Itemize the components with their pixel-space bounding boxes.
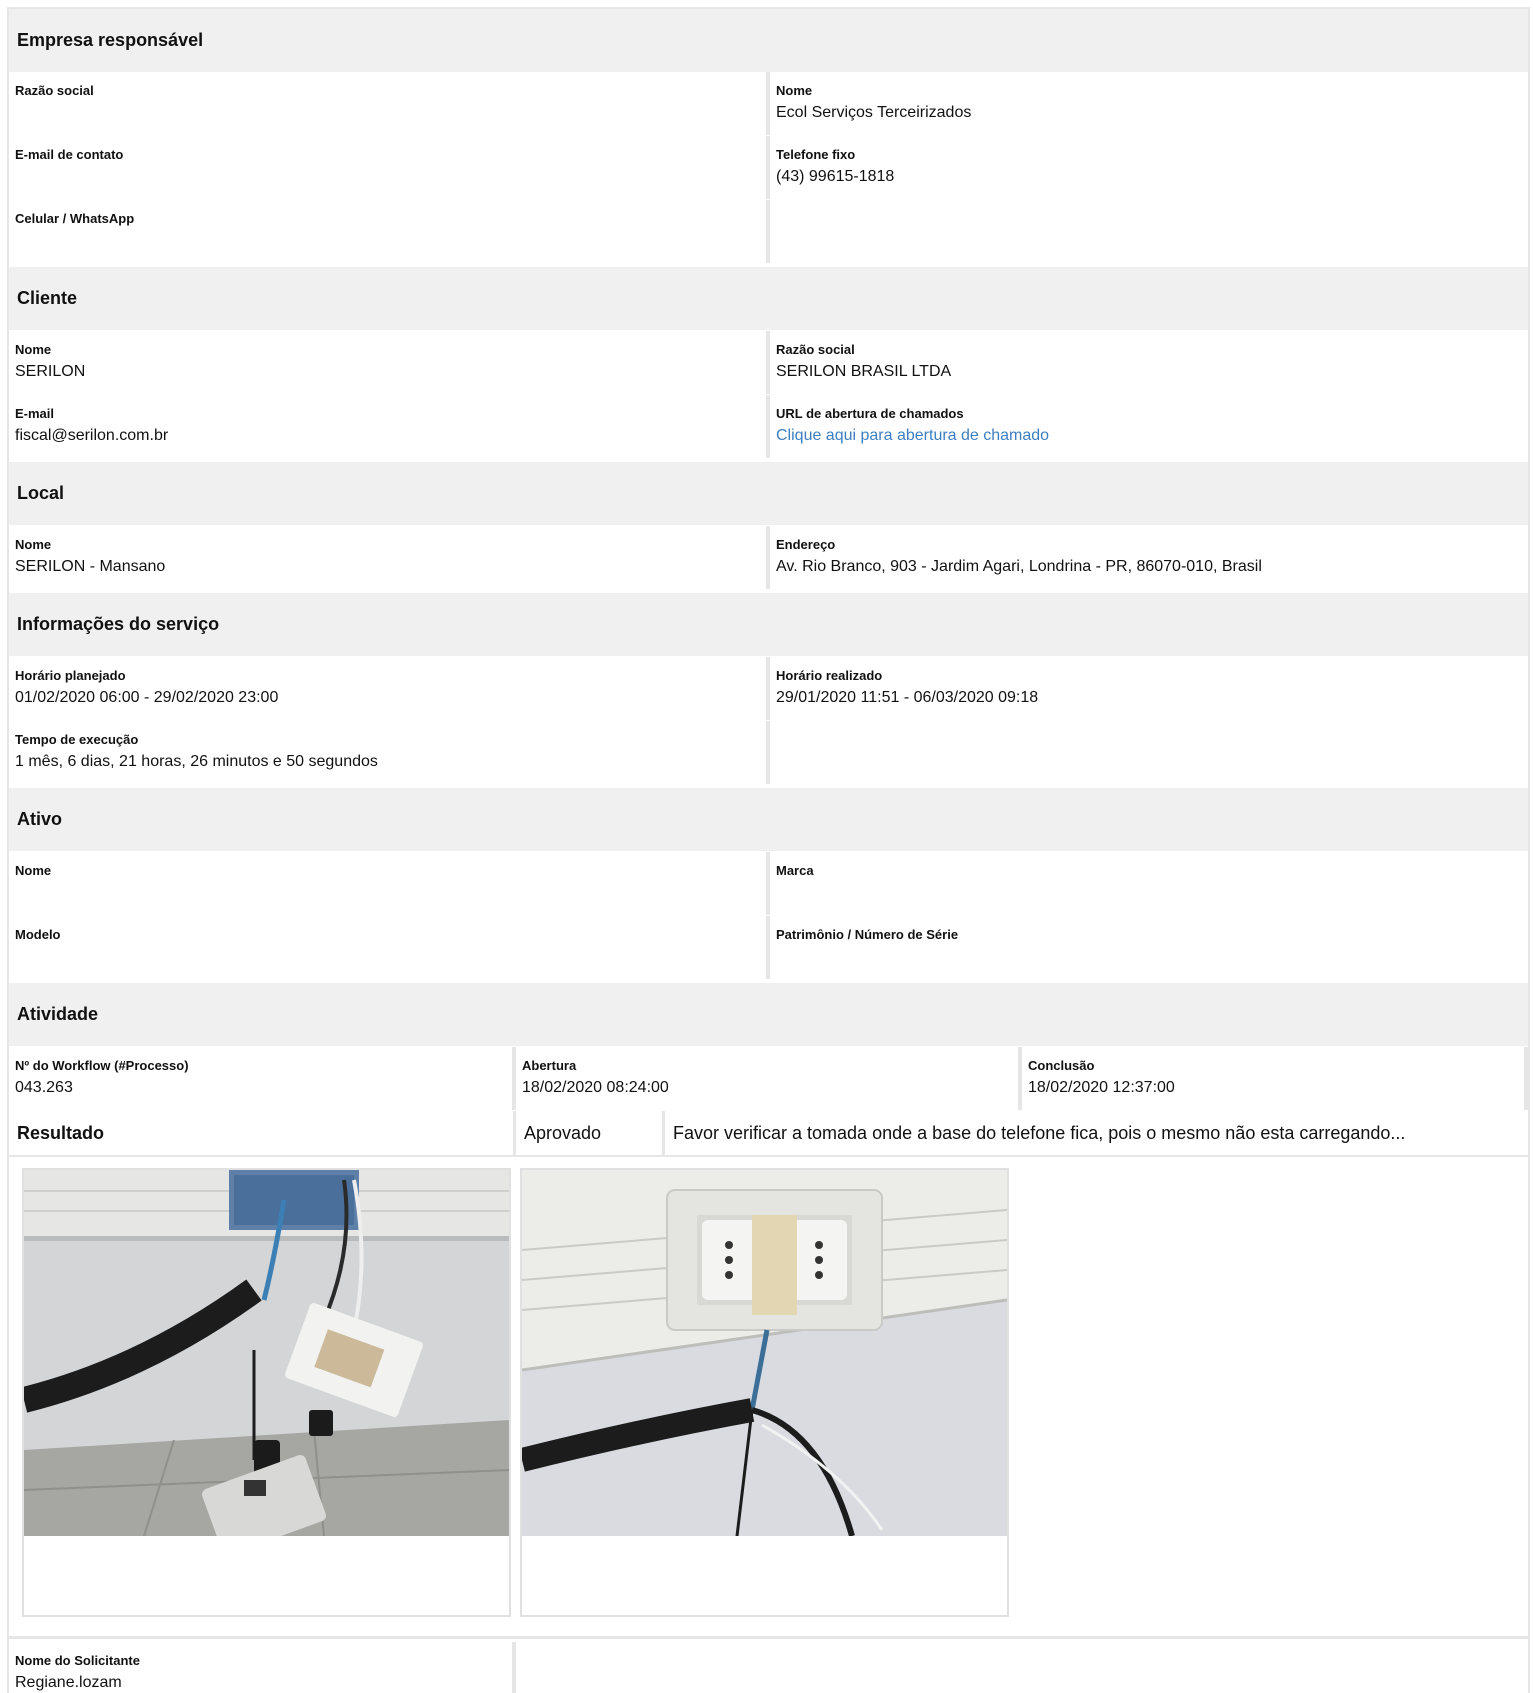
servico-realizado-cell: Horário realizado 29/01/2020 11:51 - 06/… — [770, 657, 1528, 720]
field-value: SERILON — [15, 363, 86, 380]
atividade-workflow-cell: Nº do Workflow (#Processo) 043.263 — [9, 1047, 512, 1110]
section-local-header: Local — [9, 462, 1528, 525]
ativo-nome-cell: Nome — [9, 852, 766, 915]
field-label: URL de abertura de chamados — [776, 406, 964, 421]
servico-planejado-cell: Horário planejado 01/02/2020 06:00 - 29/… — [9, 657, 766, 720]
field-value: SERILON - Mansano — [15, 558, 166, 575]
ativo-patrimonio-cell: Patrimônio / Número de Série — [770, 916, 1528, 979]
field-label: Razão social — [776, 342, 855, 357]
cliente-nome-cell: Nome SERILON — [9, 331, 766, 394]
field-label: Nome — [776, 83, 813, 98]
field-value: fiscal@serilon.com.br — [15, 427, 169, 444]
empresa-email-cell: E-mail de contato — [9, 136, 766, 199]
ativo-marca-cell: Marca — [770, 852, 1528, 915]
atividade-abertura-cell: Abertura 18/02/2020 08:24:00 — [516, 1047, 1018, 1110]
section-ativo-header: Ativo — [9, 788, 1528, 851]
section-atividade-header: Atividade — [9, 983, 1528, 1046]
photo-card[interactable] — [22, 1168, 511, 1617]
field-value: (43) 99615-1818 — [776, 168, 895, 185]
resultado-comment: Favor verificar a tomada onde a base do … — [665, 1111, 1528, 1155]
field-value: 01/02/2020 06:00 - 29/02/2020 23:00 — [15, 689, 279, 706]
field-label: Razão social — [15, 83, 94, 98]
field-value: 043.263 — [15, 1079, 73, 1096]
solicitante-row: Nome do Solicitante Regiane.lozam — [9, 1642, 1528, 1693]
field-value: Ecol Serviços Terceirizados — [776, 104, 972, 121]
atividade-conclusao-cell: Conclusão 18/02/2020 12:37:00 — [1022, 1047, 1524, 1110]
empresa-telefone-cell: Telefone fixo (43) 99615-1818 — [770, 136, 1528, 199]
cliente-razao-social-cell: Razão social SERILON BRASIL LTDA — [770, 331, 1528, 394]
photo-gallery — [9, 1155, 1528, 1639]
section-cliente-header: Cliente — [9, 267, 1528, 330]
ativo-row-1: Nome Marca — [9, 852, 1528, 915]
report-frame: Empresa responsável Razão social Nome Ec… — [7, 7, 1530, 1693]
field-label: Nº do Workflow (#Processo) — [15, 1058, 189, 1073]
empty-cell — [516, 1642, 1528, 1693]
field-label: E-mail de contato — [15, 147, 124, 162]
empresa-razao-social-cell: Razão social — [9, 72, 766, 135]
solicitante-cell: Nome do Solicitante Regiane.lozam — [9, 1642, 512, 1693]
field-label: Celular / WhatsApp — [15, 211, 135, 226]
field-label: Telefone fixo — [776, 147, 856, 162]
resultado-status: Aprovado — [516, 1111, 662, 1155]
section-title: Atividade — [17, 1004, 99, 1024]
cliente-email-cell: E-mail fiscal@serilon.com.br — [9, 395, 766, 458]
resultado-label: Resultado — [9, 1111, 513, 1155]
empresa-celular-cell: Celular / WhatsApp — [9, 200, 766, 263]
cliente-row-1: Nome SERILON Razão social SERILON BRASIL… — [9, 331, 1528, 394]
servico-row-2: Tempo de execução 1 mês, 6 dias, 21 hora… — [9, 721, 1528, 784]
empty-cell — [770, 721, 1528, 784]
field-value: Av. Rio Branco, 903 - Jardim Agari, Lond… — [776, 558, 1262, 575]
field-value: SERILON BRASIL LTDA — [776, 363, 952, 380]
servico-row-1: Horário planejado 01/02/2020 06:00 - 29/… — [9, 657, 1528, 720]
photo-phone-socket-cables[interactable] — [24, 1170, 509, 1536]
empresa-row-1: Razão social Nome Ecol Serviços Terceiri… — [9, 72, 1528, 135]
section-servico-header: Informações do serviço — [9, 593, 1528, 656]
field-label: Modelo — [15, 927, 61, 942]
field-label: E-mail — [15, 406, 55, 421]
empresa-row-2: E-mail de contato Telefone fixo (43) 996… — [9, 136, 1528, 199]
section-empresa-header: Empresa responsável — [9, 9, 1528, 72]
field-label: Nome — [15, 537, 52, 552]
field-label: Nome — [15, 863, 52, 878]
field-label: Tempo de execução — [15, 732, 139, 747]
section-title: Ativo — [17, 809, 62, 829]
cliente-row-2: E-mail fiscal@serilon.com.br URL de aber… — [9, 395, 1528, 458]
ativo-modelo-cell: Modelo — [9, 916, 766, 979]
section-title: Cliente — [17, 288, 78, 308]
empresa-nome-cell: Nome Ecol Serviços Terceirizados — [770, 72, 1528, 135]
local-nome-cell: Nome SERILON - Mansano — [9, 526, 766, 589]
local-row-1: Nome SERILON - Mansano Endereço Av. Rio … — [9, 526, 1528, 589]
field-value: 18/02/2020 12:37:00 — [1028, 1079, 1175, 1096]
field-label: Conclusão — [1028, 1058, 1095, 1073]
field-label: Abertura — [522, 1058, 577, 1073]
field-label: Horário realizado — [776, 668, 883, 683]
resultado-row: Resultado Aprovado Favor verificar a tom… — [9, 1111, 1528, 1155]
field-label: Nome — [15, 342, 52, 357]
field-value: 29/01/2020 11:51 - 06/03/2020 09:18 — [776, 689, 1039, 706]
field-value: 1 mês, 6 dias, 21 horas, 26 minutos e 50… — [15, 753, 378, 770]
field-value: Regiane.lozam — [15, 1674, 122, 1691]
field-label: Endereço — [776, 537, 836, 552]
field-label: Marca — [776, 863, 814, 878]
section-title: Informações do serviço — [17, 614, 220, 634]
ativo-row-2: Modelo Patrimônio / Número de Série — [9, 916, 1528, 979]
photo-wall-outlet[interactable] — [522, 1170, 1007, 1536]
empty-cell — [770, 200, 1528, 263]
section-title: Local — [17, 483, 65, 503]
open-ticket-link[interactable]: Clique aqui para abertura de chamado — [776, 425, 1522, 447]
servico-tempo-cell: Tempo de execução 1 mês, 6 dias, 21 hora… — [9, 721, 766, 784]
empresa-row-3: Celular / WhatsApp — [9, 200, 1528, 263]
field-label: Nome do Solicitante — [15, 1653, 140, 1668]
section-title: Empresa responsável — [17, 30, 204, 50]
field-value: 18/02/2020 08:24:00 — [522, 1079, 669, 1096]
field-label: Horário planejado — [15, 668, 126, 683]
atividade-row-1: Nº do Workflow (#Processo) 043.263 Abert… — [9, 1047, 1528, 1110]
field-label: Patrimônio / Número de Série — [776, 927, 959, 942]
local-endereco-cell: Endereço Av. Rio Branco, 903 - Jardim Ag… — [770, 526, 1528, 589]
cliente-url-cell: URL de abertura de chamados Clique aqui … — [770, 395, 1528, 458]
photo-card[interactable] — [520, 1168, 1009, 1617]
